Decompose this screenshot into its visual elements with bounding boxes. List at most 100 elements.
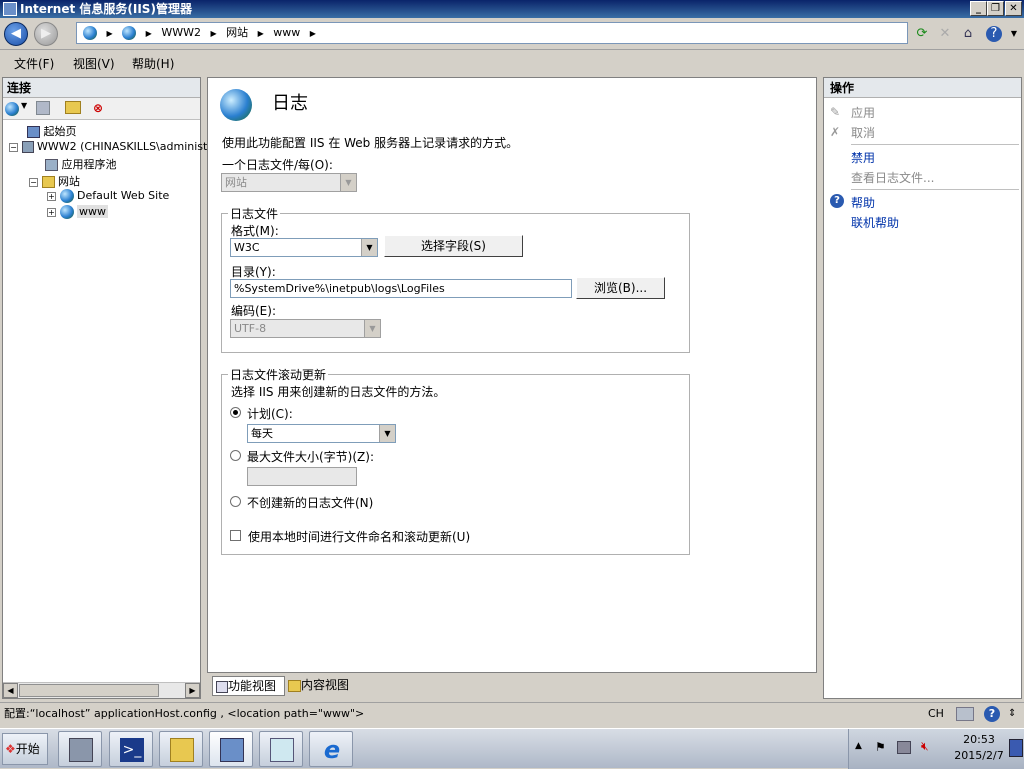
taskbar-internet-explorer[interactable]: e	[309, 731, 353, 767]
action-online-help[interactable]: 联机帮助	[851, 214, 899, 231]
encoding-select[interactable]: UTF-8 ▼	[230, 319, 381, 338]
max-size-input[interactable]	[247, 467, 357, 486]
app-pool-icon	[45, 159, 58, 171]
connections-header: 连接	[3, 78, 200, 98]
collapse-icon[interactable]: −	[9, 142, 18, 152]
action-cancel[interactable]: 取消	[851, 124, 875, 141]
tab-content-view[interactable]: 内容视图	[288, 676, 358, 696]
start-button[interactable]: ❖开始	[2, 733, 48, 765]
volume-muted-icon[interactable]: 🔇︎	[921, 739, 929, 754]
back-button[interactable]: ◀	[4, 22, 28, 46]
crumb-sites[interactable]: 网站	[226, 26, 248, 39]
taskbar-powershell[interactable]: >_	[109, 731, 153, 767]
menu-view[interactable]: 视图(V)	[73, 55, 115, 72]
collapse-icon[interactable]: −	[29, 177, 38, 187]
scrollbar-thumb[interactable]	[19, 684, 159, 697]
chevron-down-icon[interactable]: ▼	[364, 320, 380, 337]
chevron-right-icon[interactable]: ▶	[258, 29, 264, 38]
windows-logo-icon: ❖	[5, 742, 16, 756]
horizontal-scrollbar[interactable]: ◀ ▶	[3, 682, 200, 698]
chevron-down-icon[interactable]: ▼	[1006, 26, 1022, 42]
tree-start-page[interactable]: 起始页	[27, 123, 77, 139]
globe-icon	[59, 205, 74, 219]
max-size-radio[interactable]	[230, 450, 241, 461]
expand-icon[interactable]: +	[47, 191, 56, 201]
minimize-button[interactable]: _	[970, 1, 987, 16]
action-view-log-files[interactable]: 查看日志文件...	[851, 169, 934, 186]
tree-app-pools[interactable]: 应用程序池	[45, 156, 117, 172]
taskbar-notepad[interactable]	[259, 731, 303, 767]
tree-sites[interactable]: − 网站	[29, 173, 80, 189]
scroll-left-icon[interactable]: ◀	[3, 683, 18, 698]
refresh-icon[interactable]: ⟳	[914, 26, 930, 42]
home-icon[interactable]: ⌂	[960, 26, 976, 42]
tree-server[interactable]: − WWW2 (CHINASKILLS\administ	[9, 140, 207, 153]
disconnect-icon[interactable]: ⊗	[93, 101, 103, 115]
menu-help[interactable]: 帮助(H)	[132, 55, 174, 72]
one-log-per-select[interactable]: 网站 ▼	[221, 173, 357, 192]
chevron-down-icon[interactable]: ▼	[21, 101, 27, 110]
tab-feature-view[interactable]: 功能视图	[212, 676, 285, 696]
close-button[interactable]: ✕	[1005, 1, 1022, 16]
powershell-icon: >_	[120, 738, 144, 762]
stop-icon[interactable]: ✕	[937, 26, 953, 42]
globe-icon	[59, 189, 74, 203]
network-icon[interactable]	[897, 741, 911, 754]
address-breadcrumb[interactable]: ▶ ▶ WWW2 ▶ 网站 ▶ www ▶	[76, 22, 908, 44]
no-new-file-radio[interactable]	[230, 496, 241, 507]
folder-up-icon[interactable]	[65, 101, 81, 114]
crumb-server[interactable]: WWW2	[161, 26, 201, 39]
feature-panel: 日志 使用此功能配置 IIS 在 Web 服务器上记录请求的方式。 一个日志文件…	[207, 77, 817, 673]
restore-button[interactable]: ❐	[987, 1, 1004, 16]
tree-www[interactable]: + www	[47, 205, 108, 219]
taskbar-server-manager[interactable]	[58, 731, 102, 767]
iis-icon	[220, 738, 244, 762]
keyboard-icon[interactable]	[956, 707, 974, 721]
connect-icon[interactable]	[5, 102, 19, 116]
forward-button[interactable]: ▶	[34, 22, 58, 46]
divider	[851, 144, 1019, 145]
action-apply[interactable]: 应用	[851, 104, 875, 121]
save-icon[interactable]	[36, 101, 50, 115]
help-icon[interactable]: ?	[984, 706, 1000, 722]
expand-icon[interactable]: +	[47, 207, 56, 217]
crumb-www[interactable]: www	[273, 26, 300, 39]
help-icon[interactable]: ?	[986, 26, 1002, 42]
action-disable[interactable]: 禁用	[851, 149, 875, 166]
chevron-right-icon[interactable]: ▶	[107, 29, 113, 38]
chevron-right-icon[interactable]: ▶	[210, 29, 216, 38]
taskbar-explorer[interactable]	[159, 731, 203, 767]
chevron-right-icon[interactable]: ▶	[310, 29, 316, 38]
chevron-down-icon[interactable]: ▼	[361, 239, 377, 256]
show-hidden-icon[interactable]: ▲	[855, 741, 862, 751]
action-help[interactable]: 帮助	[851, 194, 875, 211]
rollover-description: 选择 IIS 用来创建新的日志文件的方法。	[231, 385, 446, 399]
directory-input[interactable]: %SystemDrive%\inetpub\logs\LogFiles	[230, 279, 572, 298]
schedule-select[interactable]: 每天 ▼	[247, 424, 396, 443]
chevron-down-icon[interactable]: ▼	[379, 425, 395, 442]
menu-file[interactable]: 文件(F)	[14, 55, 54, 72]
clock-time[interactable]: 20:53	[949, 733, 1009, 746]
browse-button[interactable]: 浏览(B)...	[576, 277, 665, 299]
language-indicator[interactable]: CH	[928, 703, 944, 725]
page-title: 日志	[272, 93, 308, 114]
schedule-radio[interactable]	[230, 407, 241, 418]
clock-date[interactable]: 2015/2/7	[949, 749, 1009, 762]
chevron-right-icon[interactable]: ▶	[146, 29, 152, 38]
format-select[interactable]: W3C ▼	[230, 238, 378, 257]
options-icon[interactable]: ⇕	[1008, 703, 1016, 725]
show-desktop-icon[interactable]	[1009, 739, 1023, 757]
start-page-icon	[27, 126, 40, 138]
log-file-legend: 日志文件	[230, 207, 279, 221]
local-time-checkbox[interactable]	[230, 530, 241, 541]
connections-toolbar: ▼ ⊗	[3, 98, 200, 120]
flag-icon[interactable]: ⚑	[875, 740, 886, 754]
select-fields-button[interactable]: 选择字段(S)	[384, 235, 523, 257]
window-title: Internet 信息服务(IIS)管理器	[20, 2, 192, 16]
scroll-right-icon[interactable]: ▶	[185, 683, 200, 698]
chevron-down-icon[interactable]: ▼	[340, 174, 356, 191]
apply-icon: ✎	[830, 105, 841, 119]
tree-default-web-site[interactable]: + Default Web Site	[47, 189, 169, 203]
taskbar-iis-manager[interactable]	[209, 731, 253, 767]
format-label: 格式(M):	[231, 224, 279, 238]
